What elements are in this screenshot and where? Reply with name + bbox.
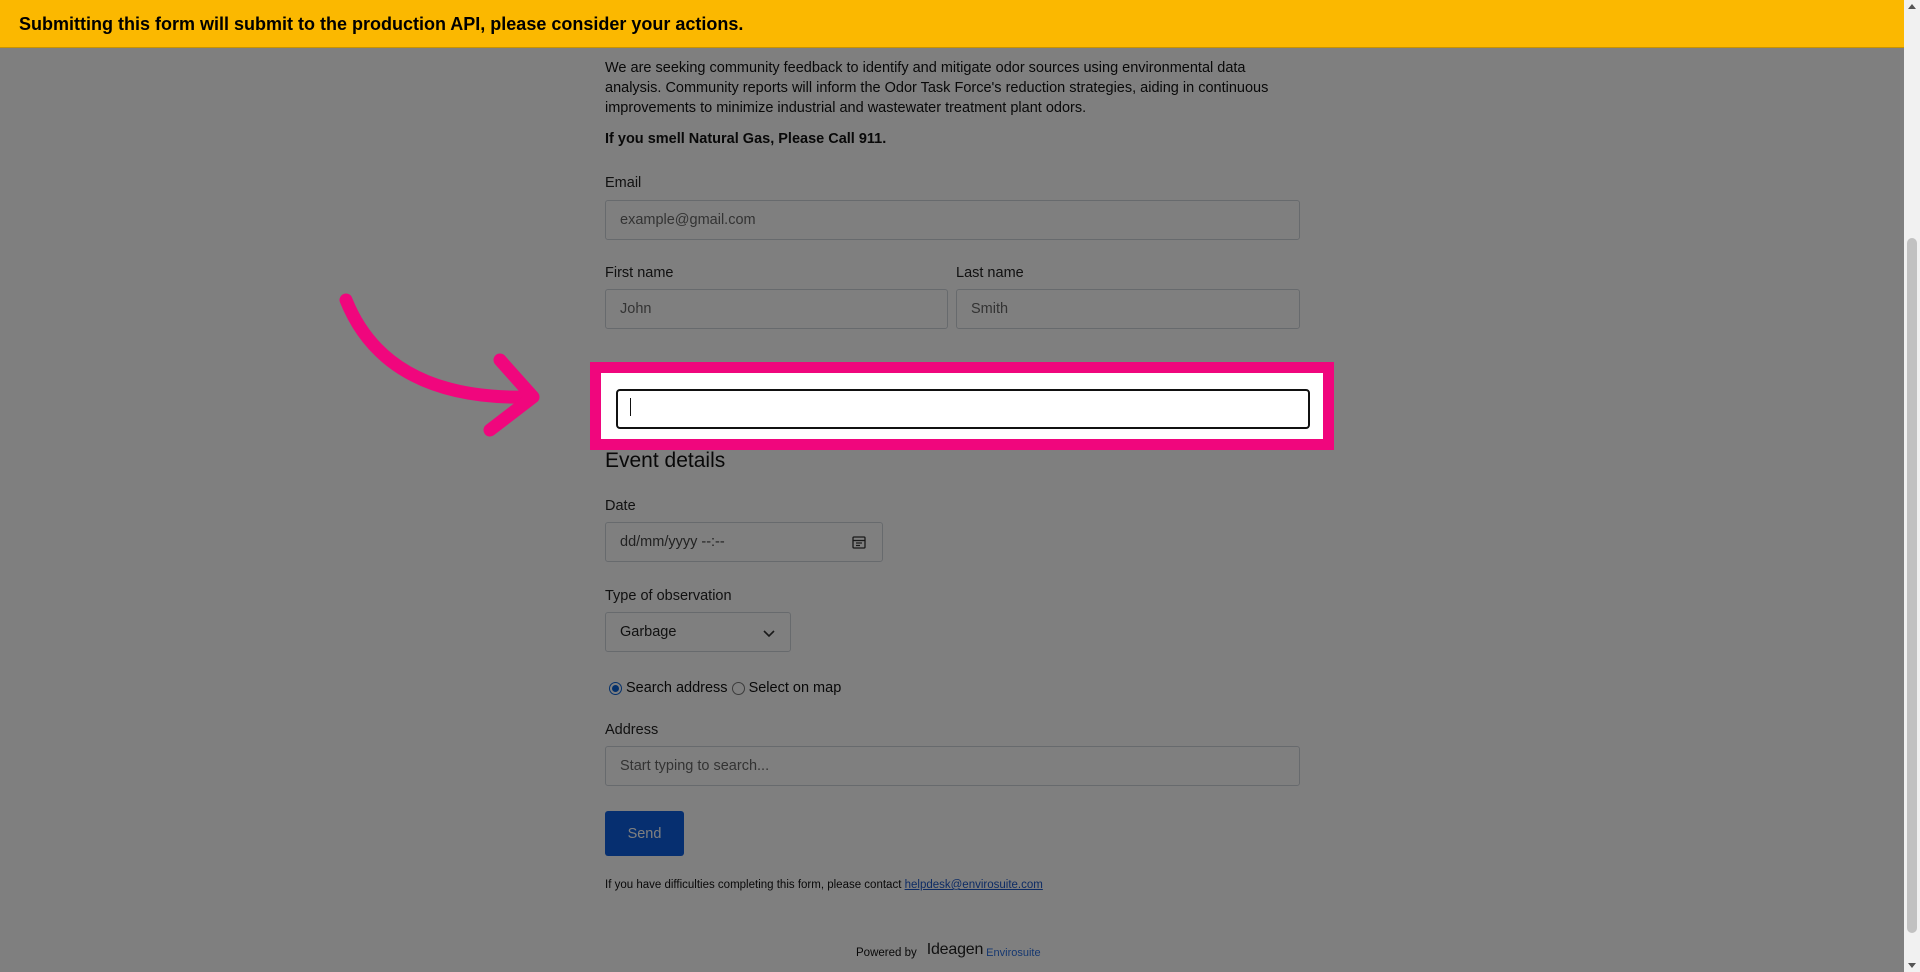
scroll-up-icon[interactable] [1908, 4, 1916, 9]
pointer-arrow [339, 293, 540, 437]
scroll-down-icon[interactable] [1908, 963, 1916, 968]
highlight-box [590, 362, 1334, 450]
production-warning-banner: Submitting this form will submit to the … [0, 0, 1904, 48]
text-cursor [630, 398, 631, 416]
dim-overlay [0, 0, 1904, 972]
scrollbar-thumb[interactable] [1907, 238, 1917, 933]
phone-field-wrapper [616, 389, 1310, 429]
banner-text: Submitting this form will submit to the … [19, 14, 744, 34]
vertical-scrollbar[interactable] [1904, 0, 1920, 972]
phone-field[interactable] [616, 389, 1310, 429]
